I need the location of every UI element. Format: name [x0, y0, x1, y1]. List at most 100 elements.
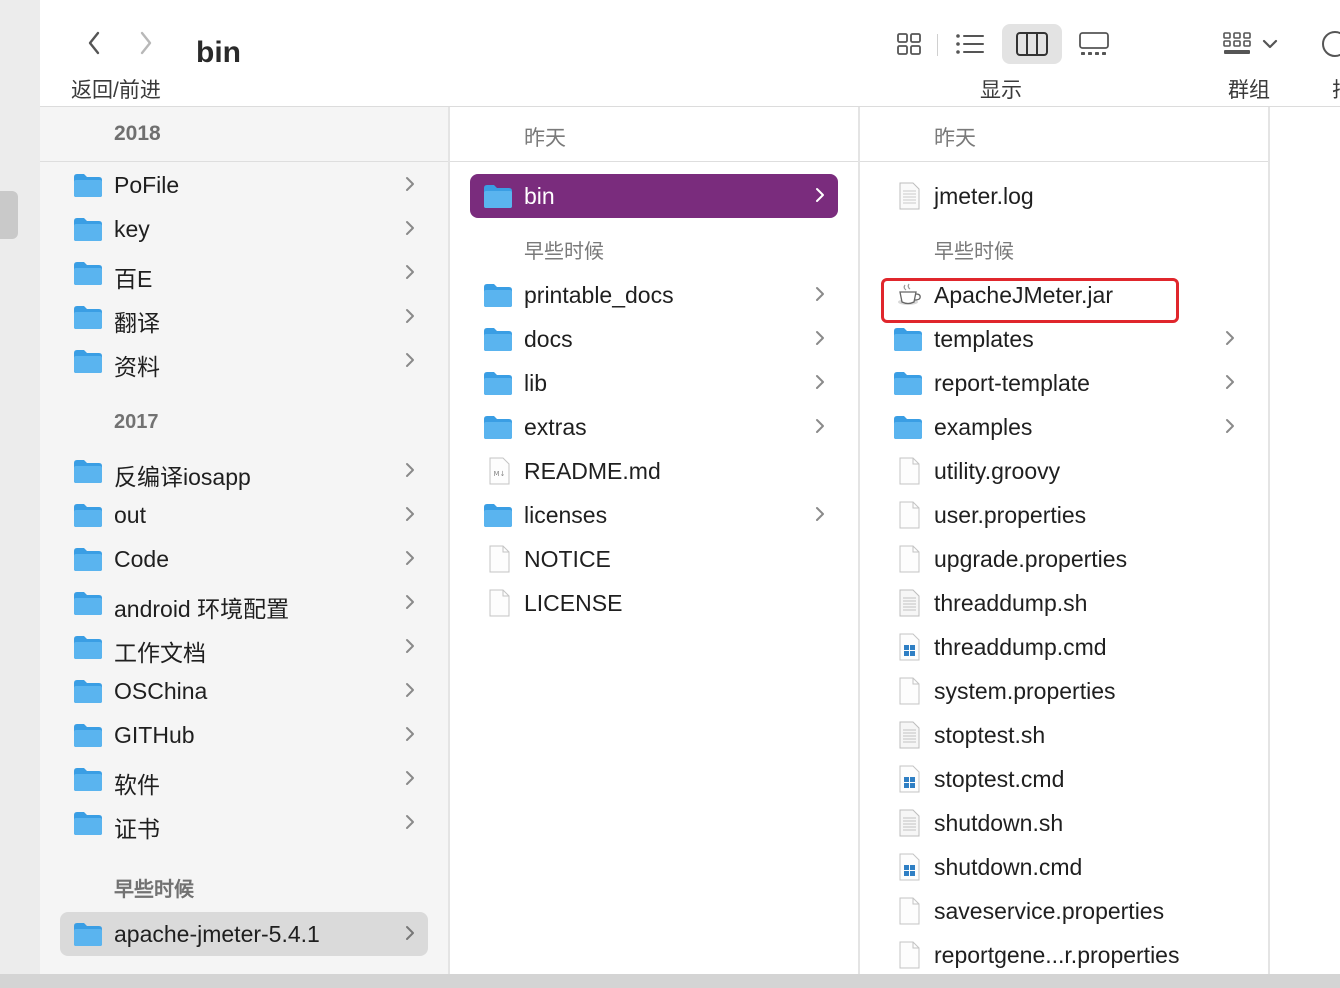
folder-label: docs — [524, 326, 573, 352]
folder-icon — [484, 328, 512, 351]
folder-row[interactable]: templates — [880, 317, 1248, 361]
script-file-icon — [899, 721, 920, 749]
file-label: NOTICE — [524, 546, 611, 572]
folder-icon — [74, 174, 102, 197]
folder-icon — [74, 350, 102, 373]
chevron-right-icon — [1226, 419, 1234, 433]
file-row[interactable]: threaddump.sh — [880, 581, 1248, 625]
desktop-edge — [0, 0, 40, 974]
chevron-right-icon — [406, 551, 414, 565]
chevron-right-icon — [1226, 375, 1234, 389]
folder-row[interactable]: Code — [60, 537, 428, 581]
folder-label: 反编译iosapp — [114, 464, 251, 490]
file-label: utility.groovy — [934, 458, 1061, 484]
forward-button[interactable] — [130, 26, 162, 60]
list-view-button[interactable] — [948, 24, 992, 64]
toolbar: bin 返回/前进 显示 群组 排 — [40, 0, 1340, 107]
file-row[interactable]: shutdown.sh — [880, 801, 1248, 845]
column-1: 2018 PoFile key 百E 翻译 资料 2017 反编译iosapp out Co… — [40, 107, 448, 974]
file-label: threaddump.sh — [934, 590, 1088, 616]
file-row[interactable]: stoptest.cmd — [880, 757, 1248, 801]
folder-row[interactable]: 工作文档 — [60, 625, 428, 669]
action-button[interactable] — [1320, 24, 1340, 64]
file-row[interactable]: threaddump.cmd — [880, 625, 1248, 669]
folder-icon — [74, 460, 102, 483]
folder-row[interactable]: key — [60, 207, 428, 251]
document-icon — [899, 545, 920, 573]
folder-row[interactable]: 翻译 — [60, 295, 428, 339]
folder-row[interactable]: examples — [880, 405, 1248, 449]
section-earlier: 早些时候 — [934, 241, 1014, 263]
file-row[interactable]: user.properties — [880, 493, 1248, 537]
back-button[interactable] — [78, 26, 110, 60]
column-3: 昨天 jmeter.log 早些时候 ApacheJMeter.jar templ… — [860, 107, 1268, 974]
folder-row[interactable]: 资料 — [60, 339, 428, 383]
windows-cmd-icon — [899, 765, 920, 793]
folder-label: 百E — [114, 266, 153, 292]
text-file-icon — [899, 182, 920, 210]
folder-icon — [484, 504, 512, 527]
folder-row[interactable]: 反编译iosapp — [60, 449, 428, 493]
folder-label: out — [114, 502, 146, 528]
folder-row[interactable]: report-template — [880, 361, 1248, 405]
folder-row[interactable]: 百E — [60, 251, 428, 295]
folder-row[interactable]: 证书 — [60, 801, 428, 845]
folder-row[interactable]: OSChina — [60, 669, 428, 713]
chevron-right-icon — [406, 309, 414, 323]
folder-label: examples — [934, 414, 1033, 440]
folder-row[interactable]: PoFile — [60, 163, 428, 207]
chevron-right-icon — [406, 815, 414, 829]
folder-row[interactable]: docs — [470, 317, 838, 361]
column-view-button[interactable] — [1002, 24, 1062, 64]
folder-row-selected[interactable]: apache-jmeter-5.4.1 — [60, 912, 428, 956]
file-row[interactable]: M↓ README.md — [470, 449, 838, 493]
file-label: upgrade.properties — [934, 546, 1128, 572]
column-divider[interactable] — [1268, 107, 1270, 974]
markdown-file-icon: M↓ — [489, 457, 510, 485]
folder-row[interactable]: android 环境配置 — [60, 581, 428, 625]
file-row-jmeter-log[interactable]: jmeter.log — [880, 174, 1248, 218]
file-row[interactable]: LICENSE — [470, 581, 838, 625]
folder-label: apache-jmeter-5.4.1 — [114, 921, 320, 947]
file-row[interactable]: NOTICE — [470, 537, 838, 581]
group-button[interactable] — [1216, 24, 1284, 64]
folder-row[interactable]: 软件 — [60, 757, 428, 801]
file-label: shutdown.cmd — [934, 854, 1083, 880]
folder-icon — [74, 548, 102, 571]
file-row[interactable]: stoptest.sh — [880, 713, 1248, 757]
chevron-right-icon — [816, 375, 824, 389]
chevron-right-icon — [816, 331, 824, 345]
folder-icon — [484, 372, 512, 395]
file-row[interactable]: system.properties — [880, 669, 1248, 713]
icon-view-button[interactable] — [888, 24, 930, 64]
file-row[interactable]: saveservice.properties — [880, 889, 1248, 933]
folder-icon — [484, 416, 512, 439]
chevron-right-icon — [406, 727, 414, 741]
folder-row[interactable]: lib — [470, 361, 838, 405]
folder-row[interactable]: out — [60, 493, 428, 537]
finder-window: bin 返回/前进 显示 群组 排 2018 PoFile key 百E 翻译资料 2… — [40, 0, 1340, 974]
folder-row[interactable]: GITHub — [60, 713, 428, 757]
chevron-right-icon — [406, 265, 414, 279]
svg-text:M↓: M↓ — [494, 470, 506, 478]
folder-row[interactable]: extras — [470, 405, 838, 449]
column-3-header: 昨天 — [860, 107, 1268, 162]
file-row[interactable]: utility.groovy — [880, 449, 1248, 493]
chevron-right-icon — [1226, 331, 1234, 345]
file-row[interactable]: shutdown.cmd — [880, 845, 1248, 889]
folder-icon — [74, 262, 102, 285]
file-row[interactable]: upgrade.properties — [880, 537, 1248, 581]
toolbar-divider — [937, 34, 938, 56]
file-label: reportgene...r.properties — [934, 942, 1180, 968]
folder-icon — [74, 724, 102, 747]
desktop-bottom — [0, 974, 1340, 988]
action-circle-icon — [1322, 31, 1340, 57]
file-label: saveservice.properties — [934, 898, 1165, 924]
folder-label: GITHub — [114, 722, 195, 748]
folder-row-bin[interactable]: bin — [470, 174, 838, 218]
folder-row[interactable]: licenses — [470, 493, 838, 537]
file-row[interactable]: reportgene...r.properties — [880, 933, 1248, 974]
folder-row[interactable]: printable_docs — [470, 273, 838, 317]
folder-icon — [74, 923, 102, 946]
gallery-view-button[interactable] — [1072, 24, 1116, 64]
